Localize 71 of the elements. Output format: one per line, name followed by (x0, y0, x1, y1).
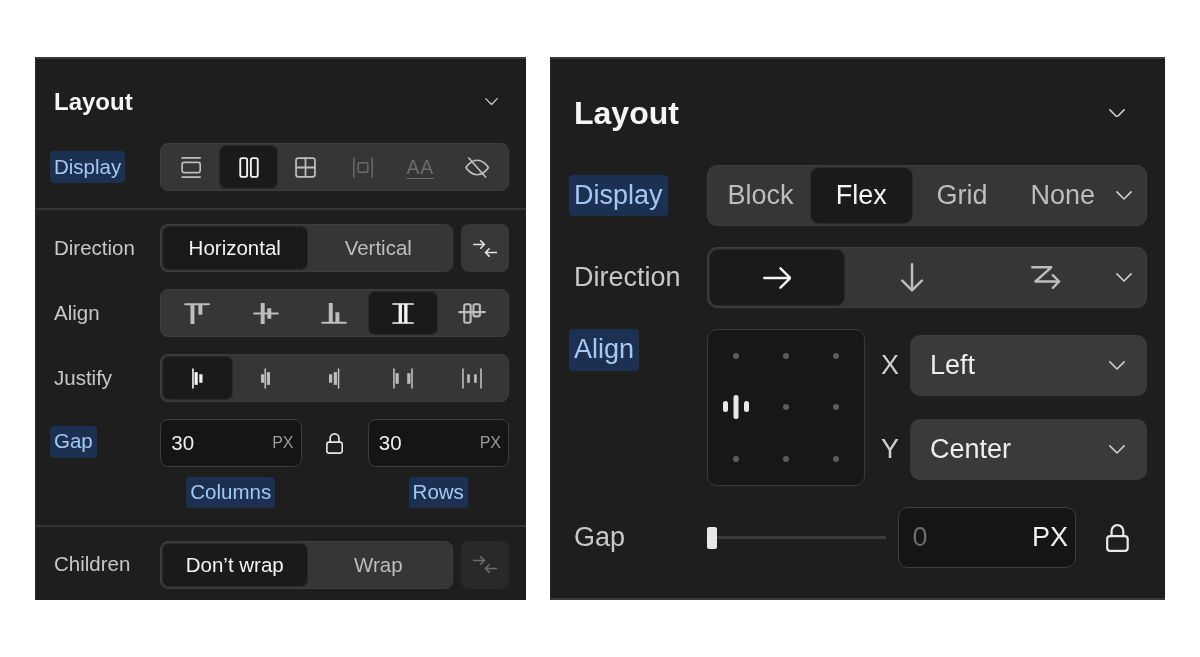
option-tab[interactable]: Vertical (306, 227, 450, 269)
chevron-down-icon (1109, 445, 1125, 454)
property-label: Display (568, 174, 668, 217)
chevron-down-icon[interactable] (485, 98, 498, 106)
align-middle-icon (252, 302, 279, 324)
bars-icon[interactable] (723, 395, 749, 420)
dot-icon[interactable] (783, 352, 789, 359)
dot-icon[interactable] (833, 352, 839, 359)
panel-title: Layout (54, 87, 133, 117)
dropdown[interactable]: Center (910, 419, 1147, 480)
dropdown[interactable]: Left (910, 335, 1147, 396)
option-tab[interactable]: Flex (810, 168, 912, 223)
dot-icon[interactable] (733, 352, 739, 359)
baseline-icon (457, 302, 486, 324)
lock-icon[interactable] (1106, 523, 1129, 552)
option-tab[interactable]: Grid (911, 168, 1013, 223)
arrow-down-icon (900, 263, 923, 292)
grid-icon (295, 156, 317, 178)
dot-icon[interactable] (783, 456, 789, 463)
dot-icon[interactable] (833, 404, 839, 411)
align-bottom-icon (321, 302, 348, 324)
option-tab[interactable]: Horizontal (163, 227, 307, 269)
property-label: Direction (573, 260, 682, 294)
unit-label: PX (1031, 522, 1068, 553)
chevron-down-icon[interactable] (1109, 108, 1125, 118)
field-caption: Columns (186, 477, 276, 508)
field-caption: Rows (408, 477, 468, 508)
justify-center-icon (261, 367, 271, 389)
panel-title: Layout (574, 94, 679, 133)
space-around-icon (461, 367, 482, 389)
unit-label: PX (272, 434, 294, 452)
justify-start-icon (192, 367, 203, 389)
opposed-arrows-icon (472, 556, 498, 574)
property-label: Align (53, 299, 101, 326)
option-tab[interactable]: Don’t wrap (163, 543, 307, 586)
two-columns-icon (238, 156, 259, 178)
option-tab[interactable]: Wrap (306, 543, 450, 586)
justify-end-icon (329, 367, 340, 389)
chevron-down-icon (1109, 361, 1125, 370)
reverse-button[interactable] (461, 224, 509, 272)
wrap-arrow-icon (1031, 265, 1061, 290)
option-tab[interactable]: Block (710, 168, 811, 223)
icon-option[interactable] (220, 146, 278, 188)
unit-label: PX (479, 434, 501, 452)
box-between-bars-icon (353, 156, 374, 178)
eye-slash-icon (465, 156, 490, 178)
property-label: Justify (53, 364, 114, 391)
space-between-icon (393, 367, 414, 389)
property-label: Align (568, 329, 640, 371)
option-tab[interactable]: None (1012, 168, 1114, 223)
icon-option[interactable] (368, 292, 438, 334)
opposed-arrows-icon (472, 239, 498, 257)
property-label: Gap (49, 426, 97, 458)
chevron-down-icon[interactable] (1115, 273, 1132, 282)
stretch-icon (392, 302, 415, 324)
chevron-down-icon[interactable] (1115, 191, 1132, 200)
arrow-right-icon (762, 266, 792, 289)
property-label: Children (53, 551, 132, 578)
axis-label: X (881, 350, 899, 381)
dot-icon[interactable] (833, 456, 839, 463)
property-label: Direction (53, 234, 136, 261)
property-label: Gap (573, 520, 627, 554)
align-top-icon (184, 302, 211, 324)
icon-option[interactable] (163, 357, 232, 399)
block-icon (181, 156, 202, 178)
property-label: Display (49, 151, 126, 183)
dot-icon[interactable] (783, 404, 789, 411)
lock-icon[interactable] (325, 432, 344, 454)
slider-thumb[interactable] (707, 526, 717, 549)
axis-label: Y (881, 434, 899, 465)
dot-icon[interactable] (733, 456, 739, 463)
